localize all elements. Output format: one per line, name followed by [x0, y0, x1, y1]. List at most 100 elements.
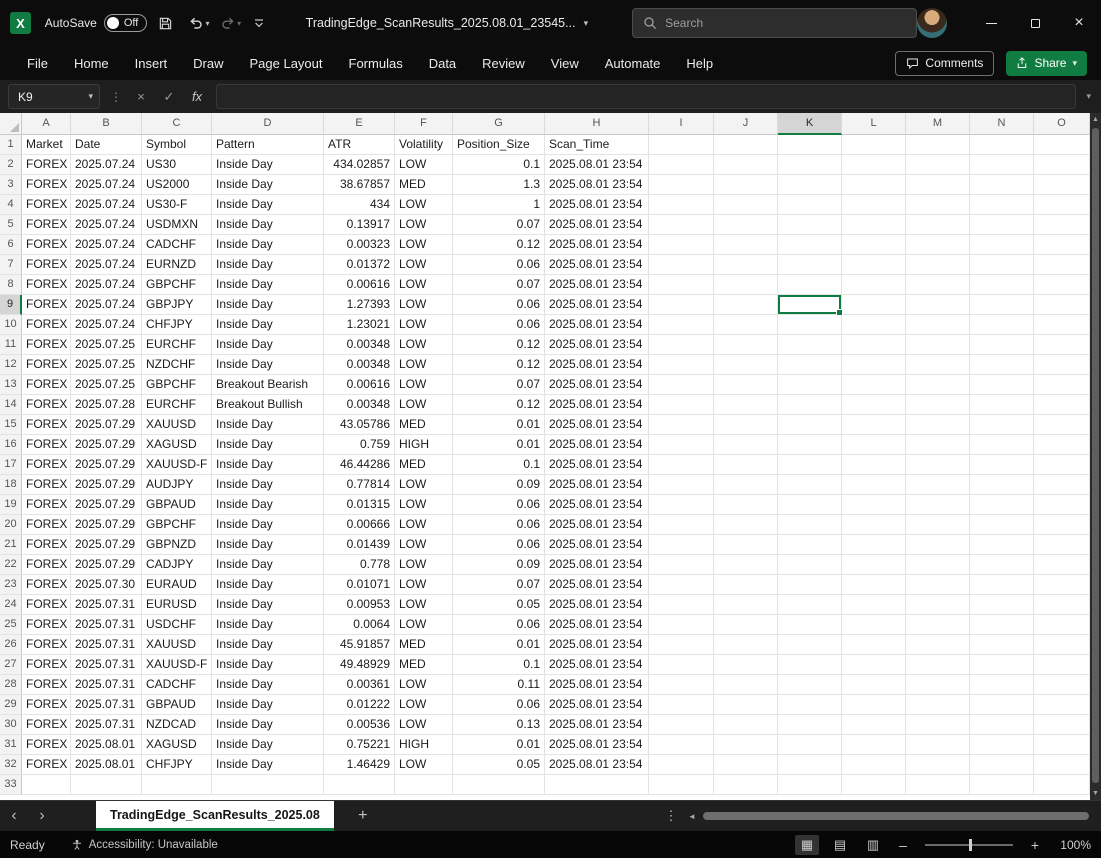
cell-L12[interactable] [842, 355, 906, 375]
cell-C13[interactable]: GBPCHF [142, 375, 212, 395]
sheet-tab-active[interactable]: TradingEdge_ScanResults_2025.08 [96, 801, 334, 831]
cell-J15[interactable] [714, 415, 778, 435]
cell-G30[interactable]: 0.13 [453, 715, 545, 735]
row-header-27[interactable]: 27 [0, 655, 22, 675]
cell-N27[interactable] [970, 655, 1034, 675]
cell-G9[interactable]: 0.06 [453, 295, 545, 315]
cell-E33[interactable] [324, 775, 395, 795]
cell-I7[interactable] [649, 255, 714, 275]
cell-A13[interactable]: FOREX [22, 375, 71, 395]
cell-I28[interactable] [649, 675, 714, 695]
cell-I11[interactable] [649, 335, 714, 355]
cell-D22[interactable]: Inside Day [212, 555, 324, 575]
cell-C12[interactable]: NZDCHF [142, 355, 212, 375]
cell-I5[interactable] [649, 215, 714, 235]
cell-A31[interactable]: FOREX [22, 735, 71, 755]
cell-F26[interactable]: MED [395, 635, 453, 655]
document-title-group[interactable]: TradingEdge_ScanResults_2025.08.01_23545… [306, 16, 588, 30]
cell-C27[interactable]: XAUUSD-F [142, 655, 212, 675]
cell-K12[interactable] [778, 355, 842, 375]
cell-N2[interactable] [970, 155, 1034, 175]
row-header-10[interactable]: 10 [0, 315, 22, 335]
cell-K4[interactable] [778, 195, 842, 215]
cell-K5[interactable] [778, 215, 842, 235]
cell-H5[interactable]: 2025.08.01 23:54 [545, 215, 649, 235]
cell-H28[interactable]: 2025.08.01 23:54 [545, 675, 649, 695]
column-header-J[interactable]: J [714, 113, 778, 135]
horizontal-scrollbar-thumb[interactable] [703, 812, 1089, 820]
column-header-F[interactable]: F [395, 113, 453, 135]
cell-F18[interactable]: LOW [395, 475, 453, 495]
row-header-9[interactable]: 9 [0, 295, 22, 315]
cell-F24[interactable]: LOW [395, 595, 453, 615]
row-header-20[interactable]: 20 [0, 515, 22, 535]
cell-D19[interactable]: Inside Day [212, 495, 324, 515]
cell-L15[interactable] [842, 415, 906, 435]
cell-O14[interactable] [1034, 395, 1090, 415]
cell-A11[interactable]: FOREX [22, 335, 71, 355]
cell-C32[interactable]: CHFJPY [142, 755, 212, 775]
select-all-button[interactable] [0, 113, 22, 135]
cell-J22[interactable] [714, 555, 778, 575]
cell-L18[interactable] [842, 475, 906, 495]
cell-I15[interactable] [649, 415, 714, 435]
formula-input[interactable] [216, 84, 1077, 109]
cell-N32[interactable] [970, 755, 1034, 775]
cell-O26[interactable] [1034, 635, 1090, 655]
cell-I23[interactable] [649, 575, 714, 595]
cell-D14[interactable]: Breakout Bullish [212, 395, 324, 415]
cell-F28[interactable]: LOW [395, 675, 453, 695]
cell-E25[interactable]: 0.0064 [324, 615, 395, 635]
row-header-13[interactable]: 13 [0, 375, 22, 395]
cell-G28[interactable]: 0.11 [453, 675, 545, 695]
cell-K17[interactable] [778, 455, 842, 475]
cell-A14[interactable]: FOREX [22, 395, 71, 415]
page-break-view-button[interactable]: ▥ [861, 835, 885, 855]
cell-B11[interactable]: 2025.07.25 [71, 335, 142, 355]
cell-J17[interactable] [714, 455, 778, 475]
cell-H14[interactable]: 2025.08.01 23:54 [545, 395, 649, 415]
cell-D7[interactable]: Inside Day [212, 255, 324, 275]
cell-B3[interactable]: 2025.07.24 [71, 175, 142, 195]
cell-A4[interactable]: FOREX [22, 195, 71, 215]
cell-N16[interactable] [970, 435, 1034, 455]
cell-K8[interactable] [778, 275, 842, 295]
cell-C18[interactable]: AUDJPY [142, 475, 212, 495]
cell-D15[interactable]: Inside Day [212, 415, 324, 435]
cell-O3[interactable] [1034, 175, 1090, 195]
cell-L19[interactable] [842, 495, 906, 515]
cell-E5[interactable]: 0.13917 [324, 215, 395, 235]
cell-K32[interactable] [778, 755, 842, 775]
cell-O17[interactable] [1034, 455, 1090, 475]
cell-K11[interactable] [778, 335, 842, 355]
maximize-button[interactable] [1013, 0, 1057, 46]
redo-dropdown-chevron-icon[interactable]: ▾ [237, 19, 241, 28]
cell-I13[interactable] [649, 375, 714, 395]
cell-F15[interactable]: MED [395, 415, 453, 435]
cell-C33[interactable] [142, 775, 212, 795]
cell-G7[interactable]: 0.06 [453, 255, 545, 275]
cell-N26[interactable] [970, 635, 1034, 655]
cell-D6[interactable]: Inside Day [212, 235, 324, 255]
cell-L10[interactable] [842, 315, 906, 335]
cell-O18[interactable] [1034, 475, 1090, 495]
cell-O15[interactable] [1034, 415, 1090, 435]
cell-N23[interactable] [970, 575, 1034, 595]
cell-G26[interactable]: 0.01 [453, 635, 545, 655]
cell-K7[interactable] [778, 255, 842, 275]
cell-N12[interactable] [970, 355, 1034, 375]
cell-G10[interactable]: 0.06 [453, 315, 545, 335]
row-header-5[interactable]: 5 [0, 215, 22, 235]
cell-I22[interactable] [649, 555, 714, 575]
row-header-21[interactable]: 21 [0, 535, 22, 555]
cell-D28[interactable]: Inside Day [212, 675, 324, 695]
vertical-scrollbar[interactable]: ▲ ▼ [1090, 113, 1101, 800]
cell-I31[interactable] [649, 735, 714, 755]
cell-E26[interactable]: 45.91857 [324, 635, 395, 655]
cell-E14[interactable]: 0.00348 [324, 395, 395, 415]
cell-J7[interactable] [714, 255, 778, 275]
cell-D32[interactable]: Inside Day [212, 755, 324, 775]
cell-G13[interactable]: 0.07 [453, 375, 545, 395]
cell-K15[interactable] [778, 415, 842, 435]
cell-E2[interactable]: 434.02857 [324, 155, 395, 175]
